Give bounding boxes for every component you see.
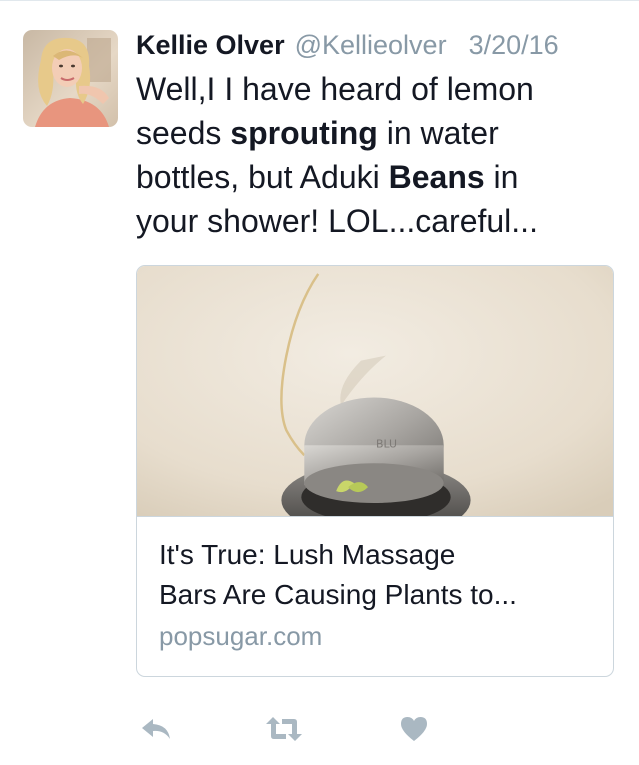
card-image: BLU (137, 266, 613, 517)
tweet-text-line: bottles, but Aduki Beans in (136, 155, 626, 199)
tweet-text-line: seeds sprouting in water (136, 111, 626, 155)
tweet-content: Kellie Olver @Kellieolver 3/20/16 Well,I… (136, 26, 626, 243)
tweet-text-line: Well,I I have heard of lemon (136, 67, 626, 111)
card-title-line: It's True: Lush Massage (159, 539, 456, 570)
tweet-text-segment: in (484, 159, 519, 195)
reply-button[interactable] (136, 712, 176, 746)
tweet-text-segment: Well,I I have heard of lemon (136, 71, 534, 107)
tweet-text-line: your shower! LOL...careful... (136, 199, 626, 243)
retweet-icon (266, 717, 302, 741)
card-title[interactable]: It's True: Lush Massage Bars Are Causing… (159, 535, 591, 615)
avatar[interactable] (23, 30, 118, 127)
heart-icon (401, 717, 427, 741)
tweet-text-bold: Beans (388, 159, 485, 195)
tweet-header: Kellie Olver @Kellieolver 3/20/16 (136, 26, 626, 64)
card-domain: popsugar.com (159, 621, 323, 651)
retweet-button[interactable] (264, 712, 304, 746)
author-handle[interactable]: @Kellieolver (295, 26, 447, 64)
like-button[interactable] (394, 712, 434, 746)
tweet-text-segment: your shower! LOL...careful... (136, 203, 538, 239)
author-name[interactable]: Kellie Olver (136, 26, 285, 64)
top-divider (0, 0, 639, 1)
avatar-image (23, 30, 118, 127)
tweet-text-bold: sprouting (230, 115, 378, 151)
tweet-text-segment: bottles, but Aduki (136, 159, 389, 195)
tweet-text-segment: in water (377, 115, 499, 151)
tweet-text-segment: seeds (136, 115, 231, 151)
card-title-line: Bars Are Causing Plants to... (159, 579, 517, 610)
tweet-text: Well,I I have heard of lemon seeds sprout… (136, 67, 626, 243)
svg-text:BLU: BLU (376, 437, 397, 450)
link-card[interactable]: BLU It's True: Lush Massage Bars Are Cau… (136, 265, 614, 677)
tweet-actions (136, 712, 436, 746)
reply-icon (142, 719, 170, 739)
tweet-date[interactable]: 3/20/16 (469, 26, 559, 64)
card-body: It's True: Lush Massage Bars Are Causing… (137, 517, 613, 655)
